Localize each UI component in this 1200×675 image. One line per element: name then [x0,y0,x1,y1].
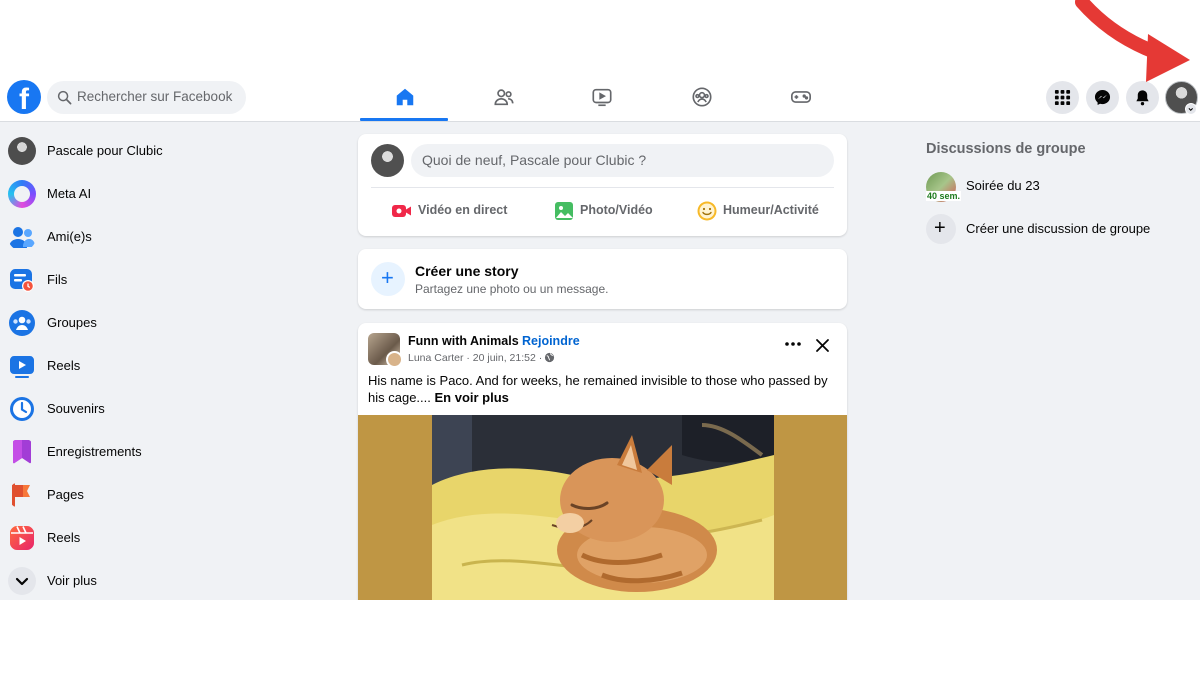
sidebar-item-profile[interactable]: Pascale pour Clubic [8,134,248,170]
chevron-down-icon[interactable] [1185,103,1197,115]
live-video-icon [392,205,411,217]
sidebar-item-friends[interactable]: Ami(e)s [8,220,248,256]
sidebar-item-memories[interactable]: Souvenirs [8,392,248,428]
grid-menu-icon [1054,89,1071,106]
tab-home[interactable] [360,72,450,121]
sidebar-item-label: Voir plus [47,573,97,588]
sidebar-item-feeds[interactable]: Fils [8,263,248,299]
tab-friends[interactable] [459,72,549,120]
tab-video[interactable] [557,72,647,120]
sidebar-item-groups[interactable]: Groupes [8,306,248,342]
create-story-card[interactable]: + Créer une story Partagez une photo ou … [358,249,847,309]
menu-button[interactable] [1046,81,1079,114]
gaming-icon [791,91,811,103]
facebook-logo-letter: f [19,83,29,116]
avatar[interactable] [371,144,404,177]
group-chat-badge: 40 sem. [926,191,962,201]
reels-icon [10,526,34,550]
sidebar-item-label: Meta AI [47,186,92,201]
home-icon [396,88,414,106]
photo-video-button[interactable]: Photo/Vidéo [553,196,663,226]
bell-icon [1136,90,1149,106]
post-meta: Luna Carter · 20 juin, 21:52 · [408,352,543,364]
sidebar-item-label: Reels [47,530,81,545]
plus-icon: + [371,262,405,296]
close-icon[interactable] [815,338,830,353]
create-group-chat-button[interactable]: + [926,214,956,244]
meta-ai-icon [8,180,36,208]
group-chat-name[interactable]: Soirée du 23 [966,178,1040,193]
sidebar-item-reels[interactable]: Reels [8,521,248,557]
saved-icon [13,440,31,464]
sidebar-item-label: Pascale pour Clubic [47,143,163,158]
photo-icon [555,202,573,220]
search-box[interactable]: Rechercher sur Facebook [47,81,246,114]
sidebar-item-label: Ami(e)s [47,229,92,244]
sidebar-item-label: Enregistrements [47,444,142,459]
chevron-down-icon [8,567,36,595]
friends-icon [494,89,514,106]
groups-icon [692,87,712,107]
search-input[interactable]: Rechercher sur Facebook [77,89,232,104]
kitten-photo [432,415,774,600]
post-group-name[interactable]: Funn with Animals [408,334,519,348]
feeling-activity-button[interactable]: Humeur/Activité [696,196,826,226]
memories-icon [10,397,34,421]
post-text: His name is Paco. And for weeks, he rema… [368,373,838,406]
sidebar-item-meta-ai[interactable]: Meta AI [8,177,248,213]
post-composer: Quoi de neuf, Pascale pour Clubic ? Vidé… [358,134,847,236]
sidebar-item-saved[interactable]: Enregistrements [8,435,248,471]
groups-icon [9,310,35,336]
top-bar: f Rechercher sur Facebook [0,72,1200,122]
smiley-icon [697,201,717,221]
composer-input[interactable]: Quoi de neuf, Pascale pour Clubic ? [411,144,834,177]
facebook-logo[interactable]: f [7,80,41,116]
sidebar-item-pages[interactable]: Pages [8,478,248,514]
sidebar-item-label: Fils [47,272,68,287]
separator: · [514,334,519,348]
video-icon [10,356,34,378]
composer-placeholder: Quoi de neuf, Pascale pour Clubic ? [422,152,647,168]
create-story-title: Créer une story [415,263,519,279]
sidebar-item-label: Groupes [47,315,97,330]
messenger-button[interactable] [1086,81,1119,114]
group-chats-title: Discussions de groupe [926,141,1086,157]
author-avatar[interactable] [386,351,403,368]
more-options-icon[interactable] [783,339,803,349]
feeling-activity-label: Humeur/Activité [723,203,819,217]
plus-icon: + [934,217,946,239]
profile-avatar [8,137,36,165]
sidebar-item-label: Pages [47,487,84,502]
photo-video-label: Photo/Vidéo [580,203,653,217]
search-icon [57,90,72,105]
tab-gaming[interactable] [756,72,846,120]
sidebar-item-reels-video[interactable]: Reels [8,349,248,385]
divider [371,187,834,188]
sidebar-item-see-more[interactable]: Voir plus [8,564,248,600]
facebook-app: f Rechercher sur Facebook Pascale pour C… [0,72,1200,600]
feed-post: Funn with Animals · Rejoindre Luna Carte… [358,323,847,600]
sidebar-item-label: Souvenirs [47,401,105,416]
screenshot-stage: f Rechercher sur Facebook Pascale pour C… [0,0,1200,675]
feeds-icon [10,269,34,292]
live-video-label: Vidéo en direct [418,203,508,217]
tab-groups[interactable] [657,72,747,120]
friends-icon [9,227,35,248]
pages-flag-icon [12,483,30,507]
messenger-icon [1094,89,1111,106]
join-group-link[interactable]: Rejoindre [522,334,580,348]
notifications-button[interactable] [1126,81,1159,114]
video-icon [592,88,612,107]
create-group-chat-label[interactable]: Créer une discussion de groupe [966,221,1150,236]
see-more-link[interactable]: En voir plus [435,390,509,405]
post-image[interactable] [358,415,847,600]
live-video-button[interactable]: Vidéo en direct [391,196,521,226]
globe-icon [544,352,555,363]
create-story-subtitle: Partagez une photo ou un message. [415,282,609,296]
sidebar-item-label: Reels [47,358,81,373]
